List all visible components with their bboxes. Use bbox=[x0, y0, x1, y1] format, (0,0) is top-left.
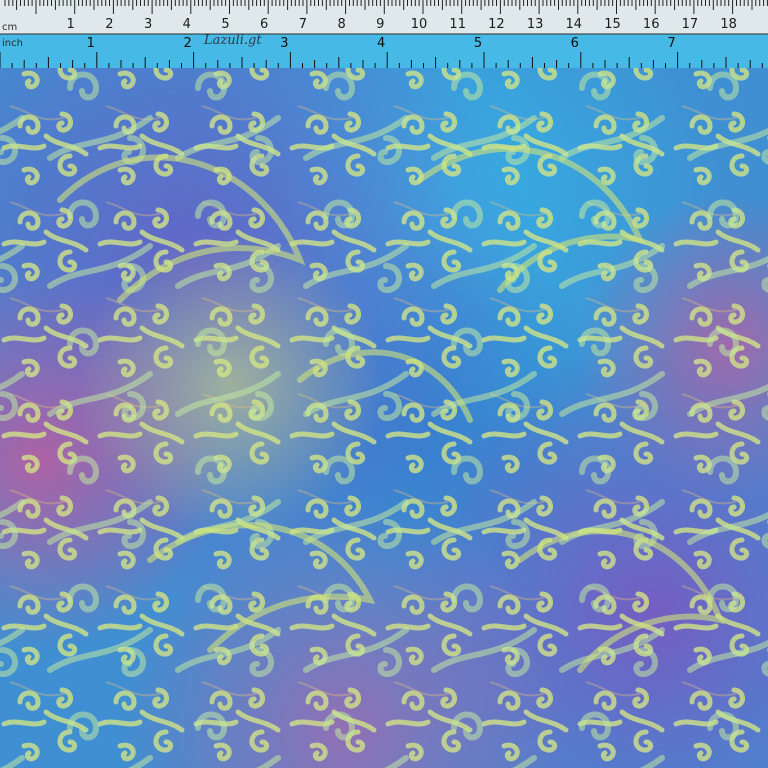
inch-number: 5 bbox=[474, 36, 482, 51]
handwritten-note: Lazuli.gt bbox=[203, 33, 262, 48]
cm-number: 16 bbox=[643, 17, 660, 32]
cm-number: 17 bbox=[682, 17, 699, 32]
cm-number: 4 bbox=[183, 17, 191, 32]
inch-number: 4 bbox=[377, 36, 385, 51]
cm-number: 13 bbox=[527, 17, 544, 32]
cm-number: 18 bbox=[720, 17, 737, 32]
cm-number: 10 bbox=[411, 17, 428, 32]
ruler-cm-label: cm bbox=[2, 22, 17, 33]
cm-number: 14 bbox=[566, 17, 583, 32]
inch-number: 3 bbox=[280, 36, 288, 51]
ruler-inch-label: inch bbox=[2, 38, 23, 49]
inch-number: 7 bbox=[667, 36, 675, 51]
batik-fabric-swatch bbox=[0, 0, 768, 768]
cm-number: 2 bbox=[105, 17, 113, 32]
cm-number: 8 bbox=[337, 17, 345, 32]
inch-number: 2 bbox=[183, 36, 191, 51]
scanned-fabric-scene: 1 2 3 4 5 6 7 8 9 10 11 12 13 14 15 16 17 18 1234567 cm i… bbox=[0, 0, 768, 768]
cm-number: 1 bbox=[67, 17, 75, 32]
cm-number: 11 bbox=[449, 17, 466, 32]
cm-number: 5 bbox=[221, 17, 229, 32]
cm-number: 7 bbox=[299, 17, 307, 32]
inch-number: 1 bbox=[87, 36, 95, 51]
measuring-ruler: 1 2 3 4 5 6 7 8 9 10 11 12 13 14 15 16 17 18 1234567 cm i… bbox=[0, 0, 768, 68]
inch-number: 6 bbox=[571, 36, 579, 51]
cm-number: 9 bbox=[376, 17, 384, 32]
cm-number: 15 bbox=[604, 17, 621, 32]
cm-number: 6 bbox=[260, 17, 268, 32]
cm-number: 12 bbox=[488, 17, 505, 32]
cm-number: 3 bbox=[144, 17, 152, 32]
